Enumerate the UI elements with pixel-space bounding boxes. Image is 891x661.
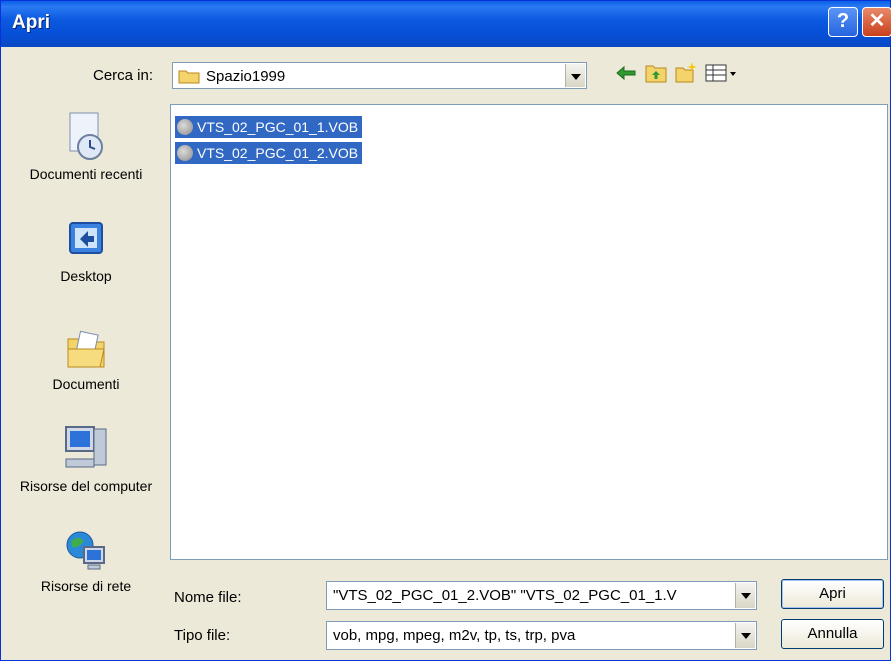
view-menu-icon[interactable] (704, 61, 740, 85)
close-button[interactable]: ✕ (862, 7, 891, 37)
file-name: VTS_02_PGC_01_1.VOB (197, 119, 359, 135)
lookin-dropdown[interactable]: Spazio1999 (172, 62, 587, 89)
list-item[interactable]: VTS_02_PGC_01_2.VOB (175, 142, 363, 164)
filetype-label: Tipo file: (174, 627, 231, 644)
place-label: Desktop (60, 268, 112, 284)
list-item[interactable]: VTS_02_PGC_01_1.VOB (175, 116, 363, 138)
new-folder-icon[interactable] (674, 61, 698, 85)
recent-documents-icon (69, 112, 103, 160)
video-file-icon (177, 145, 193, 161)
desktop-icon (69, 222, 103, 254)
documents-folder-icon (67, 330, 105, 368)
chevron-down-icon[interactable] (565, 64, 585, 87)
places-bar: Documenti recenti Desktop Documenti Riso… (16, 99, 156, 609)
place-my-computer[interactable]: Risorse del computer (16, 423, 156, 495)
chevron-down-icon[interactable] (735, 623, 755, 648)
file-list[interactable]: VTS_02_PGC_01_1.VOB VTS_02_PGC_01_2.VOB (170, 104, 888, 560)
place-desktop[interactable]: Desktop (16, 219, 156, 285)
place-documents[interactable]: Documenti (16, 327, 156, 393)
help-button[interactable]: ? (828, 7, 858, 37)
open-button[interactable]: Apri (781, 579, 884, 609)
title-bar[interactable]: Apri ? ✕ (1, 1, 891, 47)
lookin-value: Spazio1999 (206, 68, 286, 85)
place-label: Documenti recenti (29, 166, 143, 182)
chevron-down-icon[interactable] (735, 583, 755, 608)
place-label: Documenti (52, 376, 120, 392)
place-network[interactable]: Risorse di rete (16, 529, 156, 595)
network-globe-icon (66, 531, 105, 570)
filename-value: "VTS_02_PGC_01_2.VOB" "VTS_02_PGC_01_1.V (333, 587, 677, 604)
filetype-value: vob, mpg, mpeg, m2v, tp, ts, trp, pva (333, 627, 576, 644)
file-name: VTS_02_PGC_01_2.VOB (197, 145, 359, 161)
computer-icon (65, 426, 107, 468)
folder-icon (178, 70, 200, 84)
question-icon: ? (836, 10, 850, 32)
place-label: Risorse di rete (40, 578, 132, 594)
filetype-dropdown[interactable]: vob, mpg, mpeg, m2v, tp, ts, trp, pva (326, 621, 757, 650)
filename-label: Nome file: (174, 589, 242, 606)
up-folder-icon[interactable] (644, 61, 668, 85)
filename-input[interactable]: "VTS_02_PGC_01_2.VOB" "VTS_02_PGC_01_1.V (326, 581, 757, 610)
video-file-icon (177, 119, 193, 135)
open-dialog: Apri ? ✕ Cerca in: Spazio1999 Documenti … (0, 0, 891, 661)
back-arrow-icon[interactable] (614, 61, 638, 85)
place-recent-documents[interactable]: Documenti recenti (16, 111, 156, 183)
lookin-label: Cerca in: (93, 67, 154, 84)
place-label: Risorse del computer (19, 478, 153, 494)
cancel-button[interactable]: Annulla (781, 619, 884, 649)
window-title: Apri (12, 12, 50, 33)
close-icon: ✕ (868, 10, 886, 32)
